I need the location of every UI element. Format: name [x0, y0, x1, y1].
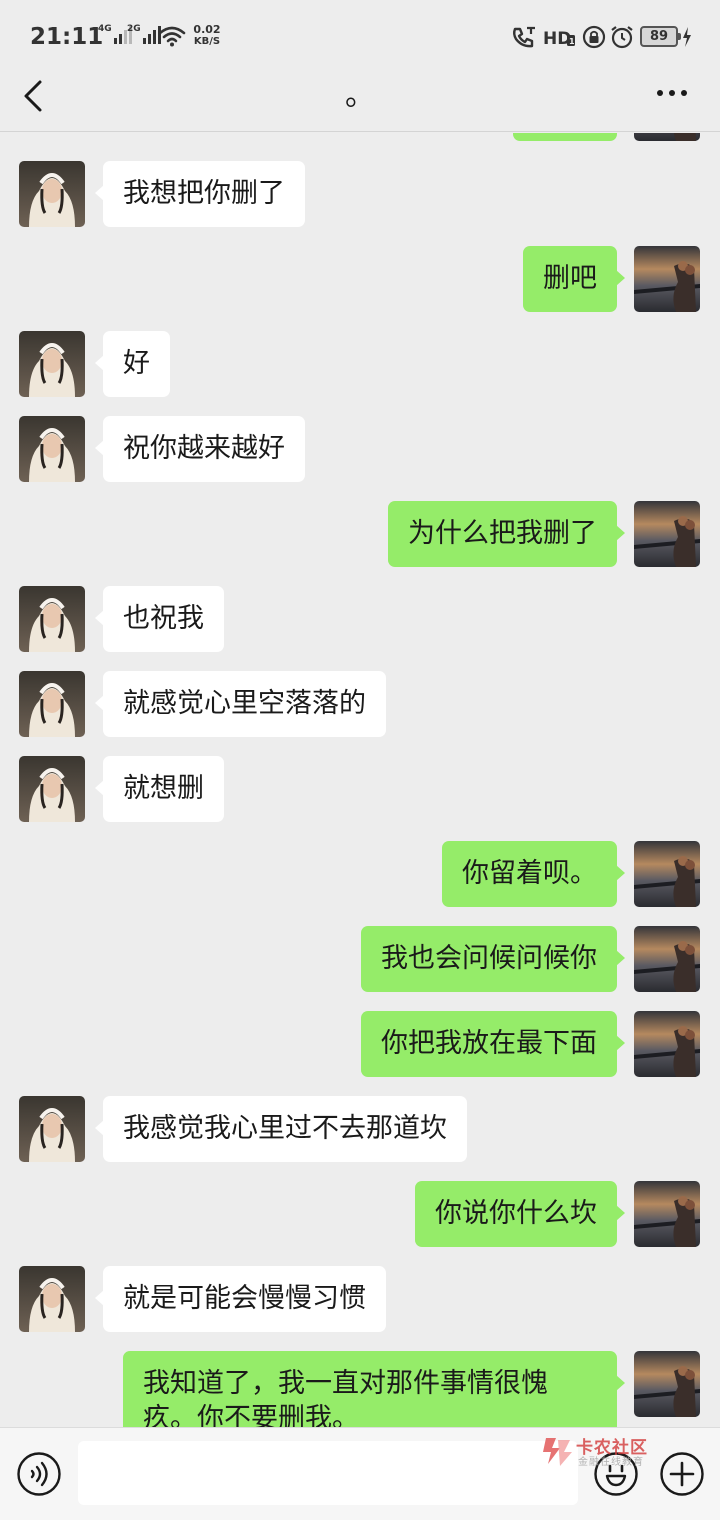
voice-icon	[17, 1452, 61, 1496]
message-input[interactable]	[78, 1441, 578, 1505]
contact-avatar[interactable]	[19, 671, 85, 737]
network-speed: 0.02 KB/S	[189, 24, 225, 48]
message-bubble[interactable]	[513, 133, 617, 141]
message-bubble[interactable]: 为什么把我删了	[388, 501, 625, 567]
self-avatar[interactable]	[634, 1011, 700, 1077]
contact-avatar[interactable]	[19, 416, 85, 482]
watermark: 卡农社区 金融在线教育	[540, 1433, 670, 1471]
svg-text:1: 1	[569, 37, 575, 46]
message-list[interactable]: 我想把你删了 删吧 好 祝你越来越好 为什么把我删了 也祝我 就感觉心里空落落的…	[0, 133, 720, 1427]
message-bubble[interactable]: 我感觉我心里过不去那道坎	[95, 1096, 467, 1162]
signal-4g-label: 4G	[98, 24, 112, 34]
message-text: 你说你什么坎	[435, 1198, 597, 1229]
voice-button[interactable]	[16, 1451, 62, 1497]
message-bubble[interactable]: 我知道了，我一直对那件事情很愧疚。你不要删我。	[123, 1351, 625, 1427]
back-button[interactable]	[18, 76, 48, 116]
more-button[interactable]	[650, 78, 694, 108]
signal-2g-label: 2G	[127, 24, 141, 34]
contact-avatar[interactable]	[19, 756, 85, 822]
chat-header: 。	[0, 72, 720, 132]
message-bubble[interactable]: 也祝我	[95, 586, 224, 652]
message-item: 删吧	[0, 246, 720, 312]
message-item: 我知道了，我一直对那件事情很愧疚。你不要删我。	[0, 1351, 720, 1427]
message-text: 就感觉心里空落落的	[123, 688, 366, 719]
message-text: 好	[123, 348, 150, 379]
message-text: 为什么把我删了	[408, 518, 597, 549]
message-bubble[interactable]: 你把我放在最下面	[361, 1011, 625, 1077]
message-item: 就感觉心里空落落的	[0, 671, 720, 737]
contact-avatar[interactable]	[19, 586, 85, 652]
message-bubble[interactable]: 好	[95, 331, 170, 397]
message-item: 祝你越来越好	[0, 416, 720, 482]
message-bubble[interactable]: 祝你越来越好	[95, 416, 305, 482]
watermark-subtitle: 金融在线教育	[578, 1457, 644, 1468]
message-text: 就是可能会慢慢习惯	[123, 1283, 366, 1314]
message-bubble[interactable]: 你说你什么坎	[415, 1181, 625, 1247]
alarm-icon	[611, 26, 633, 49]
message-item: 你把我放在最下面	[0, 1011, 720, 1077]
message-bubble[interactable]: 就是可能会慢慢习惯	[95, 1266, 386, 1332]
message-text: 我想把你删了	[123, 178, 285, 209]
message-bubble[interactable]: 你留着呗。	[442, 841, 625, 907]
message-item: 我感觉我心里过不去那道坎	[0, 1096, 720, 1162]
status-bar: 21:11 4G 2G 0.02 KB/S HD 1 89	[0, 0, 720, 72]
self-avatar[interactable]	[634, 246, 700, 312]
contact-avatar[interactable]	[19, 1096, 85, 1162]
wifi-icon	[158, 26, 186, 47]
message-item: 就想删	[0, 756, 720, 822]
message-text: 我也会问候问候你	[381, 943, 597, 974]
message-text: 你把我放在最下面	[381, 1028, 597, 1059]
message-text: 就想删	[123, 773, 204, 804]
network-speed-value: 0.02	[193, 23, 221, 36]
message-item	[0, 133, 720, 141]
message-text: 你留着呗。	[462, 858, 597, 889]
charge-icon	[683, 27, 691, 47]
battery-icon: 89	[640, 26, 681, 47]
message-item: 你说你什么坎	[0, 1181, 720, 1247]
hd-icon: HD 1	[543, 29, 575, 49]
self-avatar[interactable]	[634, 926, 700, 992]
self-avatar[interactable]	[634, 1181, 700, 1247]
message-bubble[interactable]: 我也会问候问候你	[361, 926, 625, 992]
contact-avatar[interactable]	[19, 331, 85, 397]
message-item: 也祝我	[0, 586, 720, 652]
message-text: 删吧	[543, 263, 597, 294]
message-bubble[interactable]: 删吧	[523, 246, 625, 312]
message-text: 也祝我	[123, 603, 204, 634]
battery-level: 89	[649, 29, 669, 44]
message-item: 好	[0, 331, 720, 397]
message-bubble[interactable]: 就想删	[95, 756, 224, 822]
contact-avatar[interactable]	[19, 1266, 85, 1332]
message-bubble[interactable]: 我想把你删了	[95, 161, 305, 227]
signal-2g: 2G	[127, 24, 161, 44]
message-item: 就是可能会慢慢习惯	[0, 1266, 720, 1332]
back-icon	[24, 80, 42, 112]
contact-avatar[interactable]	[19, 161, 85, 227]
self-avatar[interactable]	[634, 501, 700, 567]
self-avatar[interactable]	[634, 133, 700, 141]
chat-title: 。	[345, 78, 375, 113]
status-time: 21:11	[30, 24, 104, 50]
message-item: 我想把你删了	[0, 161, 720, 227]
message-bubble[interactable]: 就感觉心里空落落的	[95, 671, 386, 737]
more-icon	[657, 90, 687, 96]
message-item: 我也会问候问候你	[0, 926, 720, 992]
lock-icon	[582, 25, 606, 49]
network-speed-unit: KB/S	[193, 36, 221, 47]
phone-icon	[513, 26, 535, 48]
message-item: 为什么把我删了	[0, 501, 720, 567]
message-text: 祝你越来越好	[123, 433, 285, 464]
watermark-logo-icon	[543, 1438, 572, 1466]
message-text: 我感觉我心里过不去那道坎	[123, 1113, 447, 1144]
message-item: 你留着呗。	[0, 841, 720, 907]
message-text: 我知道了，我一直对那件事情很愧疚。你不要删我。	[143, 1368, 548, 1427]
self-avatar[interactable]	[634, 841, 700, 907]
self-avatar[interactable]	[634, 1351, 700, 1417]
